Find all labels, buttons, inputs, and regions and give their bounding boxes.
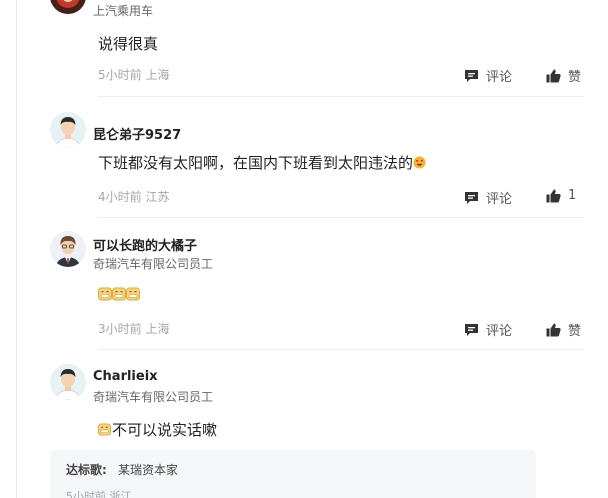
like-count: 1 xyxy=(568,188,577,203)
comment-label: 评论 xyxy=(486,70,513,85)
avatar[interactable] xyxy=(50,231,86,267)
reply-box[interactable]: 达标歌: 某瑞资本家 5小时前 浙江 xyxy=(50,450,536,498)
like-label: 赞 xyxy=(568,324,582,339)
reply-meta: 5小时前 浙江 xyxy=(66,488,132,498)
reply-location: 浙江 xyxy=(109,490,132,498)
avatar-image xyxy=(50,112,86,148)
avatar-image xyxy=(50,0,86,14)
comment-text: 下班都没有太阳啊，在国内下班看到太阳违法的 xyxy=(98,152,427,173)
comment-button[interactable]: 评论 xyxy=(464,320,512,339)
comment-time: 3小时前 xyxy=(98,322,142,336)
user-org: 奇瑞汽车有限公司员工 xyxy=(93,390,214,404)
like-button[interactable]: 赞 xyxy=(546,320,581,339)
comment-meta: 5小时前 上海 xyxy=(98,66,169,83)
comment-location: 上海 xyxy=(145,68,170,82)
user-org: 奇瑞汽车有限公司员工 xyxy=(93,257,214,271)
like-button[interactable]: 赞 xyxy=(546,66,581,85)
comment-text xyxy=(98,286,140,304)
comment-time: 5小时前 xyxy=(98,68,142,82)
comment-button[interactable]: 评论 xyxy=(464,188,512,207)
reply-text: 某瑞资本家 xyxy=(118,463,179,477)
comment-icon xyxy=(465,69,478,82)
comment-location: 上海 xyxy=(145,322,170,336)
comment-label: 评论 xyxy=(486,192,513,207)
comment-time: 4小时前 xyxy=(98,190,142,204)
comment-button[interactable]: 评论 xyxy=(464,66,512,85)
avatar[interactable] xyxy=(50,0,86,14)
comment-meta: 4小时前 江苏 xyxy=(98,188,169,205)
user-name[interactable]: 昆仑弟子9527 xyxy=(93,124,181,143)
comment-icon xyxy=(465,323,478,336)
user-org: 上汽乘用车 xyxy=(93,4,154,18)
avatar[interactable] xyxy=(50,364,86,400)
divider xyxy=(98,349,584,350)
comment-meta: 3小时前 上海 xyxy=(98,320,169,337)
heart-eyes-emoji-icon xyxy=(413,156,426,169)
thumbs-up-icon xyxy=(546,189,561,202)
comment-text: 不可以说实话嗽 xyxy=(98,419,217,440)
avatar-image xyxy=(50,364,86,400)
user-name[interactable]: Charlieix xyxy=(93,369,158,384)
divider xyxy=(98,96,584,97)
comment-location: 江苏 xyxy=(145,190,170,204)
reply-time: 5小时前 xyxy=(66,490,106,498)
comment-text: 说得很真 xyxy=(98,35,159,53)
avatar[interactable] xyxy=(50,112,86,148)
thumbs-up-icon xyxy=(546,323,561,336)
like-label: 赞 xyxy=(568,70,582,85)
like-button[interactable]: 1 xyxy=(546,188,576,203)
avatar-image xyxy=(50,231,86,267)
divider xyxy=(98,217,584,218)
reply-user-name[interactable]: 达标歌: xyxy=(66,461,107,478)
user-name[interactable]: 可以长跑的大橘子 xyxy=(93,235,197,254)
left-border xyxy=(16,0,17,498)
grinning-emoji-icon xyxy=(98,423,111,436)
grinning-emoji-icon xyxy=(98,287,140,301)
comment-label: 评论 xyxy=(486,324,513,339)
thumbs-up-icon xyxy=(546,69,561,82)
comment-icon xyxy=(465,191,478,204)
